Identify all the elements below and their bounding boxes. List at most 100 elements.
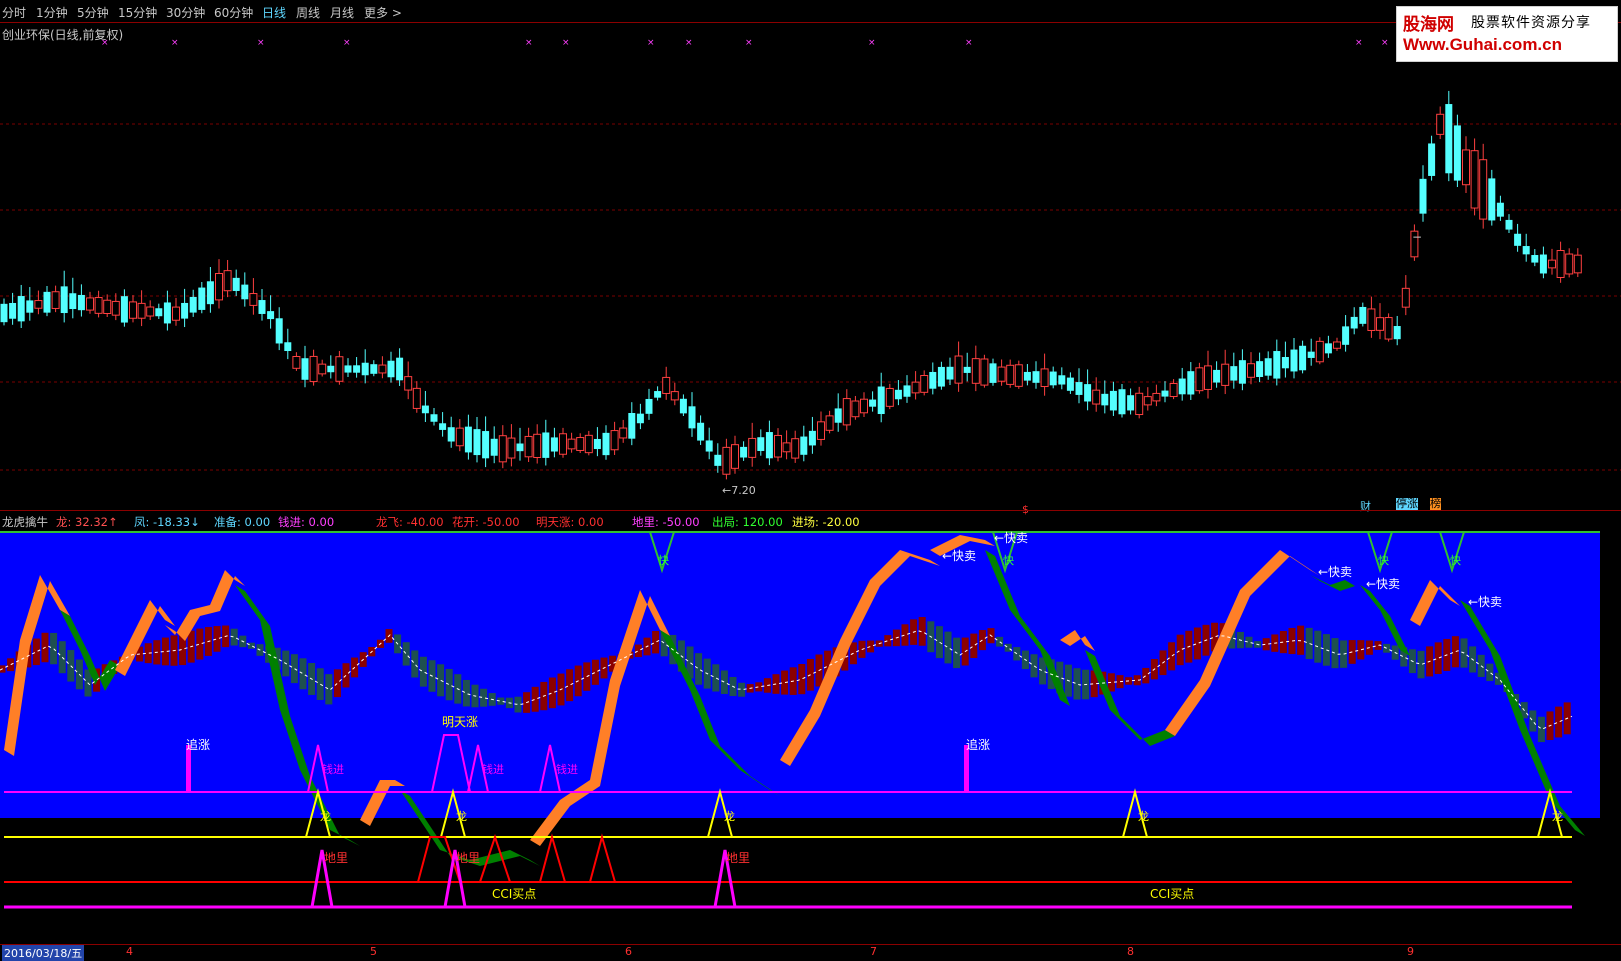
candle-body <box>748 437 757 458</box>
candle-body <box>9 302 17 319</box>
candle-body <box>1213 369 1221 383</box>
value-mingtianzhang: 明天涨: 0.00 <box>536 515 604 529</box>
candle-body <box>602 432 610 456</box>
indicator-bar <box>342 663 350 688</box>
long-label-4: 龙 <box>1138 810 1149 823</box>
indicator-bar <box>652 631 660 654</box>
candle-body <box>800 436 808 455</box>
candle-body <box>679 398 687 414</box>
candle-body <box>1496 202 1504 217</box>
candle-body <box>1419 178 1427 214</box>
indicator-bar <box>935 626 943 659</box>
candle-body <box>163 302 171 324</box>
candle-body <box>1135 392 1144 416</box>
red-steps <box>417 833 616 883</box>
candle-body <box>1092 389 1101 405</box>
candle-body <box>1307 351 1315 358</box>
indicator-bar <box>419 656 427 687</box>
month-tick-5: 5 <box>370 945 377 958</box>
candle-body <box>559 433 567 455</box>
candle-body <box>430 414 438 422</box>
value-feng: 凤: -18.33↓ <box>134 515 200 529</box>
candle-body <box>1565 253 1574 275</box>
candle-body <box>267 311 275 320</box>
indicator-bar <box>1555 706 1563 738</box>
candle-body <box>542 432 550 458</box>
candle-body <box>1488 178 1496 221</box>
candle-body <box>1376 317 1384 331</box>
signal-x-marker: × <box>257 38 265 48</box>
candle-body <box>825 415 834 431</box>
indicator-ribbon <box>235 585 360 846</box>
candle-body <box>412 387 421 409</box>
candle-body <box>791 438 800 459</box>
value-chuju: 出局: 120.00 <box>712 515 783 529</box>
indicator-bar <box>720 670 728 694</box>
indicator-bar <box>712 664 720 692</box>
toolbar-divider <box>0 22 1621 23</box>
candle-body <box>223 270 232 292</box>
tab-1min[interactable]: 1分钟 <box>36 4 68 21</box>
month-tick-8: 8 <box>1127 945 1134 958</box>
signal-x-marker: × <box>647 38 655 48</box>
indicator-bar <box>58 641 66 674</box>
tab-60min[interactable]: 60分钟 <box>214 4 253 21</box>
kuaimai-label-5: ←快卖 <box>1468 595 1502 609</box>
candle-body <box>842 398 851 426</box>
candle-body <box>860 398 868 414</box>
candle-body <box>903 385 911 397</box>
indicator-bar <box>1486 663 1494 682</box>
candle-body <box>370 364 378 374</box>
cci-label-1: CCI买点 <box>492 887 536 901</box>
candle-body <box>1006 364 1015 385</box>
candle-body <box>34 300 43 309</box>
candle-body <box>51 291 60 309</box>
indicator-ribbon <box>530 590 670 846</box>
indicator-chart[interactable]: ←快卖 ←快卖 ←快卖 ←快卖 ←快卖追涨 追涨 明天涨钱进 钱进 钱进龙 龙 龙 龙 龙地里 地里 地里 C… <box>0 530 1621 944</box>
candle-body <box>1393 326 1401 340</box>
signal-x-marker: × <box>343 38 351 48</box>
candle-body <box>1453 125 1461 181</box>
candle-body <box>765 432 773 459</box>
tab-5min[interactable]: 5分钟 <box>77 4 109 21</box>
candle-body <box>1014 364 1023 387</box>
candle-body <box>172 306 180 321</box>
kuai-label-4: 快 <box>1450 554 1461 567</box>
qianjin-label-3: 钱进 <box>556 762 578 776</box>
indicator-bar <box>316 668 324 700</box>
value-zhunbei: 准备: 0.00 <box>214 515 271 529</box>
candle-body <box>1084 384 1092 402</box>
indicator-ribbon <box>780 550 940 766</box>
price-chart[interactable]: ××××××××××××× ←7.20 − $ <box>0 24 1621 516</box>
indicator-bar <box>333 669 341 698</box>
tab-30min[interactable]: 30分钟 <box>166 4 205 21</box>
candle-body <box>628 412 636 439</box>
candle-body <box>851 400 860 418</box>
tab-fenshi[interactable]: 分时 <box>2 4 26 21</box>
indicator-bar <box>1434 642 1442 674</box>
month-tick-7: 7 <box>870 945 877 958</box>
candle-body <box>1169 382 1178 398</box>
candle-body <box>774 434 782 458</box>
indicator-bar <box>213 626 221 652</box>
candle-body <box>258 300 266 314</box>
month-tick-4: 4 <box>126 945 133 958</box>
indicator-header: 龙虎擒牛 龙: 32.32↑ 凤: -18.33↓ 准备: 0.00 钱进: 0… <box>0 512 1621 530</box>
tab-monthly[interactable]: 月线 <box>330 4 354 21</box>
tab-daily[interactable]: 日线 <box>262 4 286 21</box>
dash-marker: − <box>1412 230 1422 244</box>
candle-body <box>1143 396 1152 406</box>
zhuizhang-spike <box>186 745 191 792</box>
tab-weekly[interactable]: 周线 <box>296 4 320 21</box>
candle-body <box>1264 358 1272 376</box>
candle-body <box>1342 326 1350 345</box>
long-label-5: 龙 <box>1552 810 1563 823</box>
tab-more[interactable]: 更多 > <box>364 4 402 21</box>
candle-body <box>1187 371 1195 395</box>
indicator-bar <box>230 628 238 646</box>
candle-body <box>593 438 601 450</box>
tab-15min[interactable]: 15分钟 <box>118 4 157 21</box>
indicator-bar <box>402 642 410 666</box>
candle-body <box>1049 371 1057 386</box>
candle-body <box>94 297 103 314</box>
